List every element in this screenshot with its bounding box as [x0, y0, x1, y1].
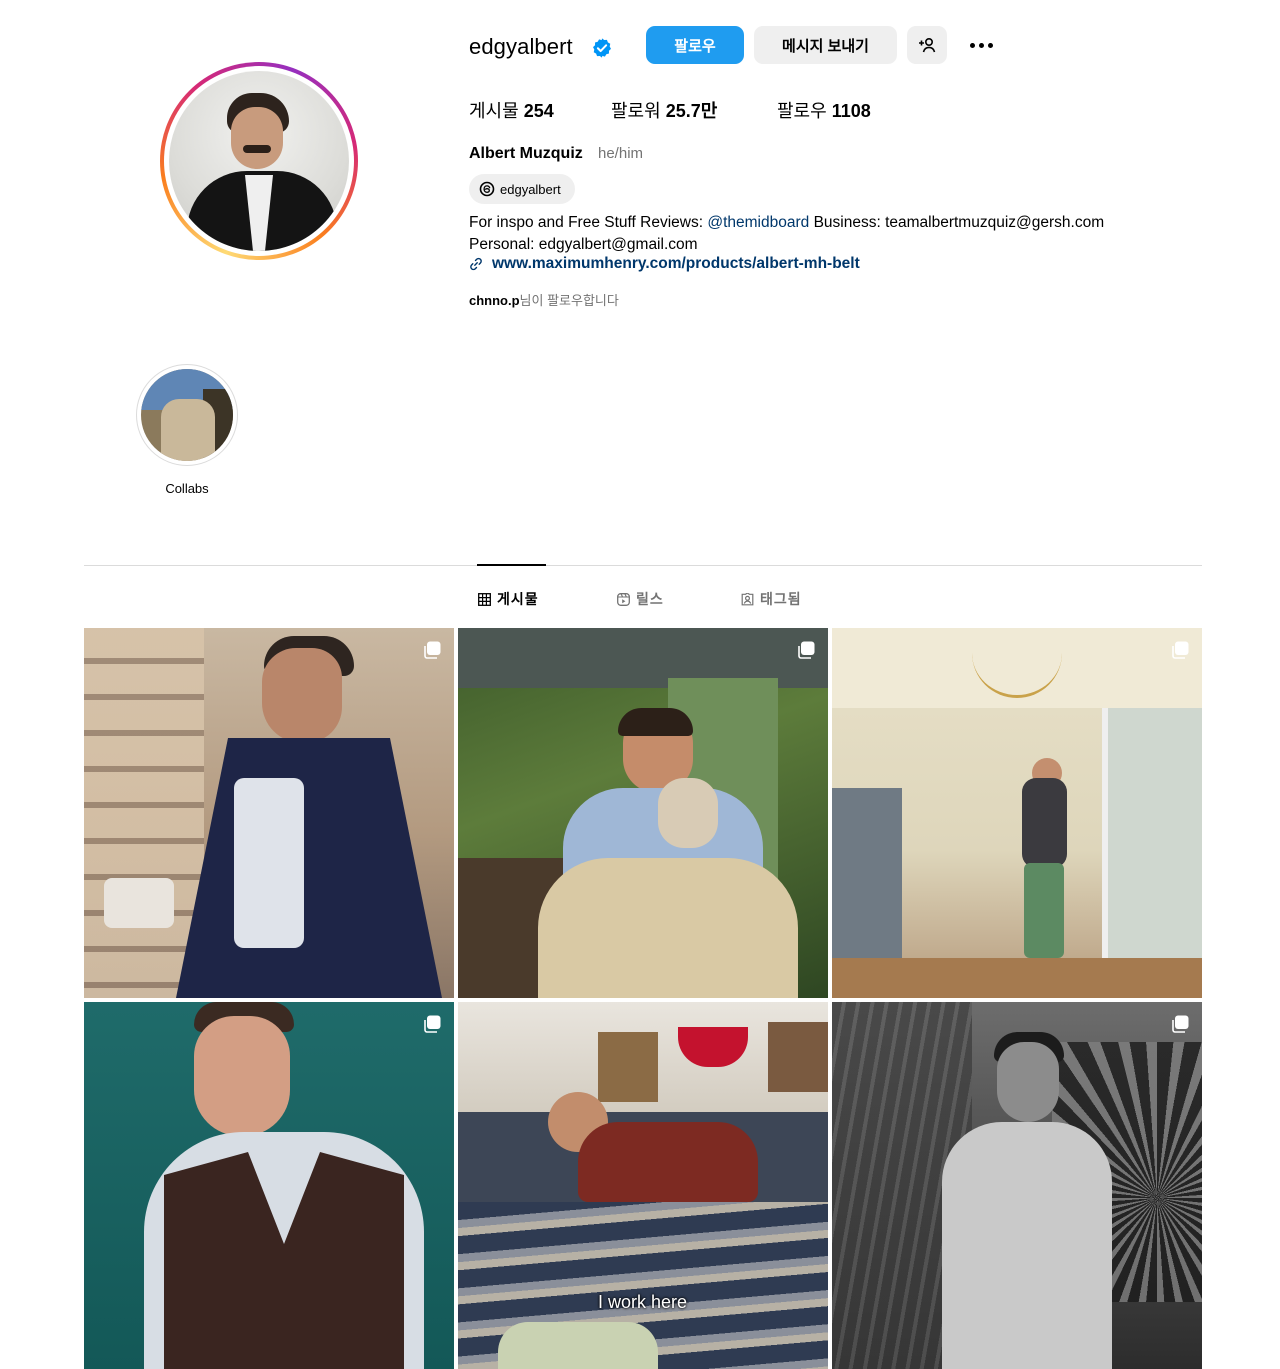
- post-thumbnail[interactable]: [832, 1002, 1202, 1369]
- bio-suffix: Business: teamalbertmuzquiz@gersh.com: [809, 214, 1105, 231]
- carousel-icon: [424, 1015, 441, 1033]
- profile-bio: For inspo and Free Stuff Reviews: @themi…: [469, 212, 1104, 255]
- active-tab-indicator: [477, 564, 546, 566]
- profile-avatar-ring[interactable]: [160, 62, 358, 260]
- follow-button[interactable]: 팔로우: [646, 26, 744, 64]
- bio-prefix: For inspo and Free Stuff Reviews:: [469, 214, 708, 231]
- profile-pronouns: he/him: [598, 145, 644, 162]
- followed-by-suffix: 님이 팔로우합니다: [519, 293, 619, 308]
- posts-count[interactable]: 게시물 254: [469, 97, 554, 123]
- following-count-value: 1108: [831, 101, 871, 121]
- message-button[interactable]: 메시지 보내기: [754, 26, 897, 64]
- followers-count-label: 팔로워: [611, 101, 661, 121]
- bio-mention-link[interactable]: @themidboard: [707, 214, 809, 231]
- post-thumbnail[interactable]: [84, 1002, 454, 1369]
- suggested-users-button[interactable]: [907, 26, 947, 64]
- link-icon: [470, 257, 482, 271]
- posts-count-label: 게시물: [469, 101, 519, 121]
- reel-caption-overlay: I work here: [598, 1292, 688, 1312]
- reels-icon: [617, 592, 630, 606]
- tab-posts[interactable]: 게시물: [478, 589, 539, 609]
- followed-by-user[interactable]: chnno.p: [469, 293, 520, 308]
- carousel-icon: [424, 641, 441, 659]
- followers-count[interactable]: 팔로워 25.7만: [611, 97, 717, 123]
- carousel-icon: [1172, 1015, 1189, 1033]
- post-thumbnail[interactable]: [458, 628, 828, 998]
- profile-external-link[interactable]: www.maximumhenry.com/products/albert-mh-…: [469, 255, 860, 273]
- tab-reels[interactable]: 릴스: [617, 589, 664, 609]
- story-highlight-collabs[interactable]: [136, 364, 238, 466]
- profile-username: edgyalbert: [469, 34, 573, 59]
- threads-icon: [479, 181, 495, 197]
- tab-reels-label: 릴스: [636, 591, 664, 607]
- followers-count-value: 25.7만: [665, 101, 718, 121]
- followed-by[interactable]: chnno.p님이 팔로우합니다: [469, 290, 619, 309]
- post-thumbnail[interactable]: [84, 628, 454, 998]
- highlight-label: Collabs: [165, 481, 209, 496]
- threads-handle: edgyalbert: [500, 181, 561, 197]
- post-thumbnail[interactable]: I work here: [458, 1002, 828, 1369]
- profile-avatar: [169, 71, 349, 251]
- profile-full-name: Albert Muzquiz: [469, 145, 583, 162]
- carousel-icon: [1172, 641, 1189, 659]
- tab-tagged[interactable]: 태그됨: [741, 589, 802, 609]
- more-options-icon[interactable]: [964, 30, 998, 60]
- tabs-divider: [84, 565, 1202, 566]
- verified-badge-icon: [593, 38, 611, 58]
- following-count[interactable]: 팔로우 1108: [777, 97, 871, 123]
- threads-badge[interactable]: edgyalbert: [469, 174, 575, 204]
- bio-line-2: Personal: edgyalbert@gmail.com: [469, 235, 698, 253]
- tagged-icon: [741, 592, 754, 605]
- post-thumbnail[interactable]: [832, 628, 1202, 998]
- highlight-cover: [141, 369, 233, 461]
- following-count-label: 팔로우: [777, 101, 827, 121]
- posts-count-value: 254: [523, 101, 554, 121]
- profile-link-text[interactable]: www.maximumhenry.com/products/albert-mh-…: [492, 255, 860, 273]
- add-user-icon: [919, 37, 936, 53]
- carousel-icon: [798, 641, 815, 659]
- grid-icon: [478, 592, 491, 606]
- tab-posts-label: 게시물: [497, 591, 539, 607]
- tab-tagged-label: 태그됨: [760, 591, 802, 607]
